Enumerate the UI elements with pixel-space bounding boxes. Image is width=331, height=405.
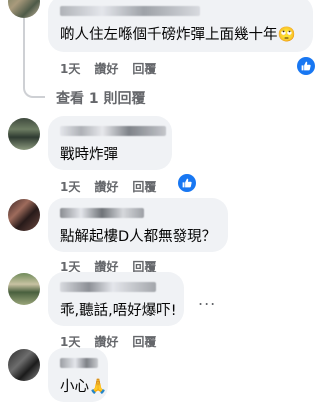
thumbs-up-icon [301,61,311,71]
like-button[interactable]: 讚好 [94,180,118,194]
comment-text: 啲人住左喺個千磅炸彈上面幾十年🙄 [60,27,296,43]
thread-connector [23,18,45,98]
comment-bubble: 啲人住左喺個千磅炸彈上面幾十年🙄 [48,0,313,52]
like-button[interactable]: 讚好 [94,62,118,76]
comment-text: 戰時炸彈 [60,147,118,163]
comment-bubble: 小心🙏 [48,348,108,402]
avatar[interactable] [8,0,40,18]
comment-text: 乖,聽話,唔好爆吓! [60,303,177,319]
comment-time[interactable]: 1天 [60,180,80,194]
commenter-name[interactable] [60,208,144,218]
commenter-name[interactable] [60,126,166,136]
comment-bubble: 乖,聽話,唔好爆吓! [48,272,184,326]
view-replies-link[interactable]: 查看 1 則回覆 [56,88,146,108]
comment-time[interactable]: 1天 [60,335,80,349]
comment-actions: 1天 讚好 回覆 [60,60,170,77]
comment-actions: 1天 讚好 回覆 [60,178,170,195]
more-options-icon[interactable]: ... [198,290,216,309]
commenter-name[interactable] [60,282,156,292]
comment-time[interactable]: 1天 [60,62,80,76]
like-count-badge[interactable] [297,57,315,75]
comment-text: 小心🙏 [60,379,108,395]
comment-text: 點解起樓D人都無發現？ [60,229,217,245]
reply-button[interactable]: 回覆 [132,62,156,76]
folded-hands-emoji-icon: 🙏 [89,379,108,395]
commenter-name[interactable] [60,358,98,368]
thumbs-up-icon [182,178,192,188]
comment-bubble: 戰時炸彈 [48,116,172,170]
avatar[interactable] [8,199,40,231]
comment-bubble: 點解起樓D人都無發現？ [48,198,228,252]
reply-button[interactable]: 回覆 [132,335,156,349]
avatar[interactable] [8,349,40,381]
like-count-badge[interactable] [178,174,196,192]
rolling-eyes-emoji-icon: 🙄 [277,27,296,43]
avatar[interactable] [8,273,40,305]
reply-button[interactable]: 回覆 [132,180,156,194]
like-button[interactable]: 讚好 [94,335,118,349]
commenter-name[interactable] [60,6,200,16]
avatar[interactable] [8,118,40,150]
